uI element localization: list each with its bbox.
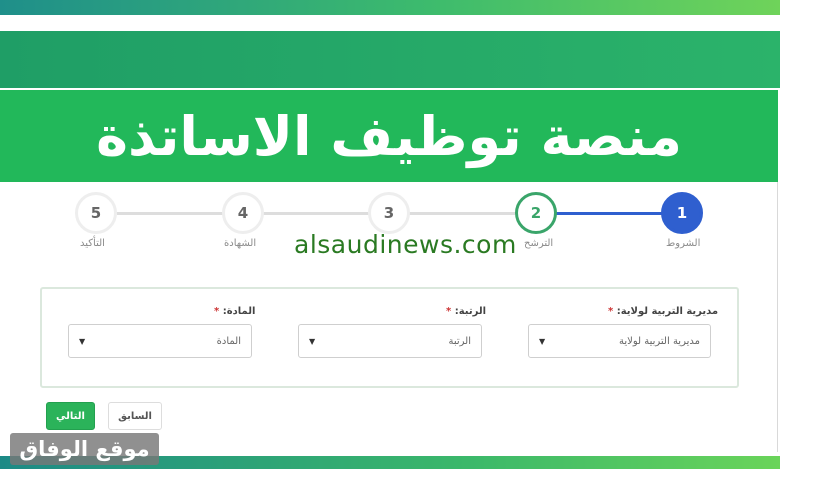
step-5-circle[interactable]: 5 — [75, 192, 117, 234]
stepper-connector-2-3 — [409, 212, 515, 215]
directorate-select-value: مديرية التربية لولاية — [619, 335, 700, 347]
subject-select-value: المادة — [216, 335, 241, 347]
subject-select[interactable]: ▼ المادة — [68, 324, 252, 358]
directorate-select[interactable]: ▼ مديرية التربية لولاية — [528, 324, 711, 358]
title-banner: منصة توظيف الاساتذة — [0, 90, 778, 182]
page-title: منصة توظيف الاساتذة — [96, 104, 682, 168]
stepper-connector-3-4 — [263, 212, 369, 215]
rank-select[interactable]: ▼ الرتبة — [298, 324, 482, 358]
top-gradient-bar — [0, 0, 780, 15]
step-4-label: الشهادة — [224, 238, 257, 249]
caret-down-icon: ▼ — [79, 336, 86, 346]
site-logo-badge: موقع الوفاق — [10, 433, 159, 465]
step-1-number: 1 — [676, 204, 688, 222]
next-button[interactable]: التالي — [46, 402, 95, 430]
stepper-connector-1-2 — [556, 212, 662, 215]
subject-label-text: المادة: — [222, 306, 256, 317]
rank-select-value: الرتبة — [448, 335, 471, 347]
site-logo-text: موقع الوفاق — [19, 437, 150, 461]
subject-label: المادة: * — [214, 306, 255, 317]
header-band — [0, 31, 780, 88]
step-3-circle[interactable]: 3 — [368, 192, 410, 234]
step-2-number: 2 — [530, 204, 542, 222]
rank-label: الرتبة: * — [446, 306, 486, 317]
step-4-circle[interactable]: 4 — [222, 192, 264, 234]
step-5-number: 5 — [90, 204, 102, 222]
watermark-text: alsaudinews.com — [294, 230, 517, 259]
caret-down-icon: ▼ — [539, 336, 546, 346]
previous-button[interactable]: السابق — [108, 402, 162, 430]
step-1-circle[interactable]: 1 — [661, 192, 703, 234]
step-4-number: 4 — [237, 204, 249, 222]
directorate-label: مديرية التربية لولاية: * — [608, 306, 718, 317]
directorate-label-text: مديرية التربية لولاية: — [616, 306, 719, 317]
step-1-label: الشروط — [666, 238, 701, 249]
rank-required-mark: * — [446, 306, 452, 317]
directorate-required-mark: * — [608, 306, 614, 317]
rank-label-text: الرتبة: — [454, 306, 487, 317]
step-3-number: 3 — [383, 204, 395, 222]
step-2-label: الترشح — [524, 238, 554, 249]
step-5-label: التأكيد — [80, 238, 105, 249]
caret-down-icon: ▼ — [309, 336, 316, 346]
stepper-connector-4-5 — [117, 212, 223, 215]
subject-required-mark: * — [214, 306, 220, 317]
step-2-circle[interactable]: 2 — [515, 192, 557, 234]
